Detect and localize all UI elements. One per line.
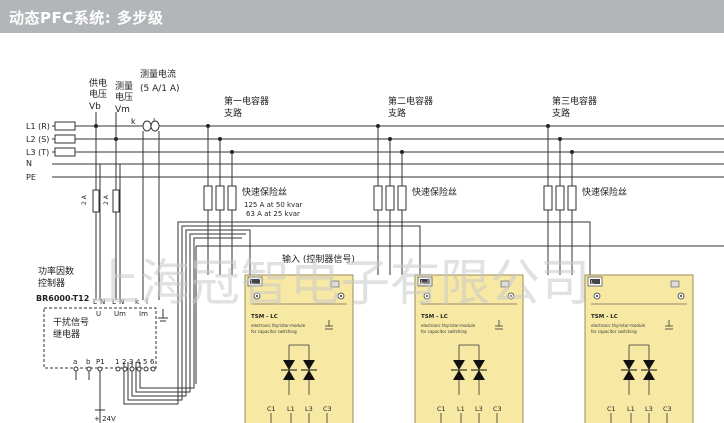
bus-l1-label: L1 (R)	[26, 122, 50, 131]
branch-1-fuse-a	[203, 185, 213, 211]
bus-l3-label: L3 (T)	[26, 148, 49, 157]
module-led-label: L	[591, 280, 594, 286]
terminal-dot	[136, 366, 142, 372]
terminal-dot	[122, 366, 128, 372]
relay-label-line1: 干扰信号	[53, 316, 89, 328]
ct-k-label: k	[131, 117, 136, 126]
main-fuse-l1	[54, 121, 76, 131]
module-desc-line2: for capacitor switching	[251, 329, 297, 334]
thyristor-module-3: L TSM - LC electronic thyristor-modulefor …	[584, 274, 694, 423]
branch-2-fuse-b	[385, 185, 395, 211]
module-name: TSM - LC	[421, 314, 448, 320]
pfc-wiring-diagram: 供电 电压 Vb 测量 电压 Vm 测量电流 (5 A/1 A) k l 第一电…	[0, 33, 724, 423]
controller-terminal-out1: 1	[115, 358, 119, 366]
branch-1-label-line2: 支路	[224, 107, 242, 119]
fuse-rating-1: 125 A at 50 kvar	[244, 201, 302, 209]
branch-3-fuse-a	[543, 185, 553, 211]
module-terminal-c1: C1	[607, 405, 616, 413]
bus-pe-label: PE	[26, 173, 36, 182]
branch-2-fuse-a	[373, 185, 383, 211]
current-transformer-coil	[150, 120, 160, 132]
branch-3-fuse-c	[567, 185, 577, 211]
module-terminal-c3: C3	[323, 405, 332, 413]
module-desc-line1: electronic thyristor-module	[591, 323, 646, 328]
vb-label-line1: 供电	[89, 77, 107, 89]
controller-terminal-out3: 3	[129, 358, 133, 366]
module-terminal-c3: C3	[663, 405, 672, 413]
vm-fuse	[112, 189, 120, 213]
terminal-dot	[143, 366, 149, 372]
current-label-line1: 测量电流	[140, 68, 176, 80]
module-desc-line2: for capacitor switching	[591, 329, 637, 334]
module-terminal-l3: L3	[475, 405, 483, 413]
terminal-dot	[129, 366, 135, 372]
branch-3-label-line1: 第三电容器	[552, 95, 597, 107]
module-terminal-l3: L3	[305, 405, 313, 413]
bus-l2-label: L2 (S)	[26, 135, 49, 144]
controller-terminal-out4: 4	[136, 358, 141, 366]
main-fuse-l2	[54, 134, 76, 144]
current-transformer	[142, 120, 152, 132]
terminal-dot	[97, 366, 103, 372]
controller-terminal-b: b	[86, 358, 91, 366]
vm-label-line1: 测量	[115, 81, 133, 92]
branch-3-fuse-b	[555, 185, 565, 211]
module-terminal-l1: L1	[627, 405, 635, 413]
module-name: TSM - LC	[251, 314, 278, 320]
module-terminal-l1: L1	[287, 405, 295, 413]
module-desc-line1: electronic thyristor-module	[251, 323, 306, 328]
controller-terminal-out5: 5	[143, 358, 147, 366]
branch-1-fuse-c	[227, 185, 237, 211]
bus-n-label: N	[26, 159, 32, 168]
module-terminal-l3: L3	[645, 405, 653, 413]
controller-terminal-out2: 2	[122, 358, 126, 366]
module-terminal-c3: C3	[493, 405, 502, 413]
branch-3-fuse-label: 快速保险丝	[582, 186, 627, 198]
module-terminal-l1: L1	[457, 405, 465, 413]
controller-terminal-a: a	[73, 358, 77, 366]
branch-1-fuse-b	[215, 185, 225, 211]
branch-2-fuse-label: 快速保险丝	[412, 186, 457, 198]
vb-label-line2: 电压	[89, 88, 107, 100]
vm-label-line3: Vm	[115, 105, 130, 115]
main-fuse-l3	[54, 147, 76, 157]
terminal-dot	[150, 366, 156, 372]
controller-title-line2: 控制器	[38, 277, 65, 289]
relay-label-line2: 继电器	[53, 328, 80, 340]
branch-2-label-line1: 第二电容器	[388, 95, 433, 107]
terminal-dot	[73, 366, 79, 372]
watermark: 上海冠智电子有限公司	[90, 254, 590, 312]
vb-fuse-rating: 2 A	[81, 194, 88, 205]
controller-terminal-out6: 6	[150, 358, 155, 366]
branch-2-label-line2: 支路	[388, 107, 406, 119]
vm-label-line2: 电压	[115, 91, 133, 103]
module-desc-line1: electronic thyristor-module	[421, 323, 476, 328]
module-desc-line2: for capacitor switching	[421, 329, 467, 334]
branch-3-label-line2: 支路	[552, 107, 570, 119]
vb-fuse	[92, 189, 100, 213]
module-name: TSM - LC	[591, 314, 618, 320]
current-label-line2: (5 A/1 A)	[140, 84, 180, 94]
vb-label-line3: Vb	[89, 102, 101, 112]
controller-title-line1: 功率因数	[38, 265, 74, 277]
module-terminal-c1: C1	[437, 405, 446, 413]
branch-1-label-line1: 第一电容器	[224, 95, 269, 107]
terminal-dot	[86, 366, 92, 372]
branch-1-fuse-label: 快速保险丝	[242, 186, 287, 198]
controller-model: BR6000-T12	[36, 294, 89, 303]
module-terminal-c1: C1	[267, 405, 276, 413]
supply-24v-label: + 24V	[94, 415, 116, 423]
branch-2-fuse-c	[397, 185, 407, 211]
terminal-dot	[115, 366, 121, 372]
vm-fuse-rating: 2 A	[103, 194, 110, 205]
fuse-rating-2: 63 A at 25 kvar	[246, 210, 300, 218]
controller-terminal-p1: P1	[96, 358, 105, 366]
